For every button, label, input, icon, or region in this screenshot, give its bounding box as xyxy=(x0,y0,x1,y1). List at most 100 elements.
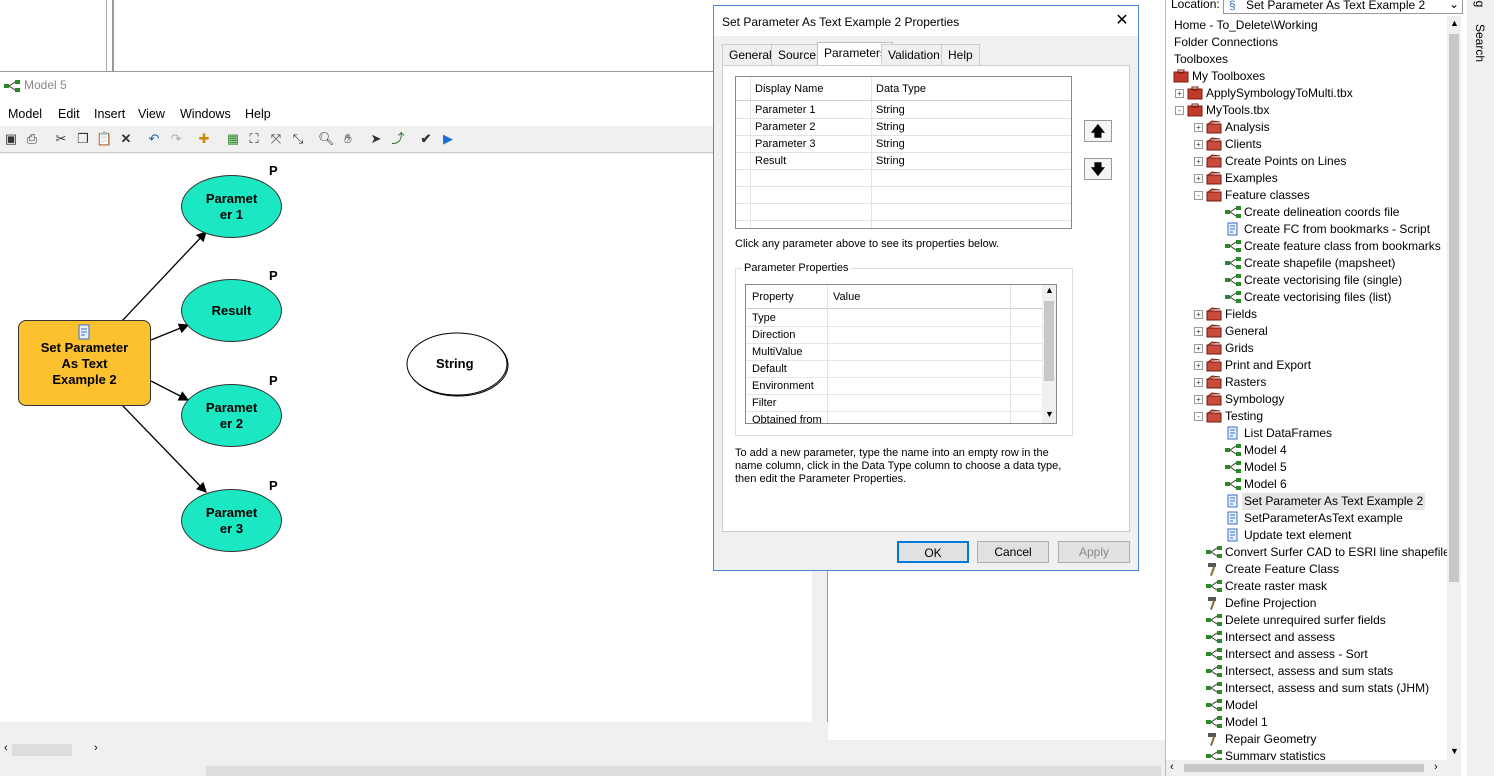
canvas-horizontal-scrollbar[interactable] xyxy=(0,722,828,740)
tree-item[interactable]: Model 4 xyxy=(1169,442,1447,459)
tree-item[interactable]: Repair Geometry xyxy=(1169,731,1447,748)
scroll-thumb[interactable] xyxy=(1184,764,1424,772)
expand-icon[interactable]: + xyxy=(1194,378,1203,387)
expand-icon[interactable]: + xyxy=(1194,174,1203,183)
tree-item[interactable]: Folder Connections xyxy=(1169,34,1447,51)
move-up-button[interactable]: 🡅 xyxy=(1084,120,1112,142)
tree-item[interactable]: My Toolboxes xyxy=(1169,68,1447,85)
model-canvas[interactable] xyxy=(0,154,812,722)
tree-item[interactable]: Intersect and assess - Sort xyxy=(1169,646,1447,663)
fixed-zoom-out-icon[interactable]: ⤡ xyxy=(290,131,306,147)
scroll-right-icon[interactable]: › xyxy=(1434,761,1438,773)
undo-icon[interactable]: ↶ xyxy=(146,131,162,147)
tree-item[interactable]: Intersect, assess and sum stats xyxy=(1169,663,1447,680)
tree-item[interactable]: Create delineation coords file xyxy=(1169,204,1447,221)
table-row-empty[interactable] xyxy=(736,170,1071,187)
expand-icon[interactable]: + xyxy=(1194,310,1203,319)
output-node-parameter-3[interactable]: Paramet er 3 xyxy=(181,489,282,552)
menu-help[interactable]: Help xyxy=(245,107,271,121)
full-extent-icon[interactable]: ⛶ xyxy=(246,131,262,147)
property-row[interactable]: MultiValue xyxy=(746,344,1042,361)
menu-edit[interactable]: Edit xyxy=(58,107,80,121)
tab-validation[interactable]: Validation xyxy=(881,44,947,65)
tree-item[interactable]: Delete unrequired surfer fields xyxy=(1169,612,1447,629)
tree-item[interactable]: Model 1 xyxy=(1169,714,1447,731)
table-row[interactable]: Parameter 1 String xyxy=(736,102,1071,119)
tree-item[interactable]: + Print and Export xyxy=(1169,357,1447,374)
chevron-down-icon[interactable]: ⌄ xyxy=(1449,0,1459,11)
tree-item[interactable]: + Rasters xyxy=(1169,374,1447,391)
auto-layout-icon[interactable]: ▦ xyxy=(225,131,241,147)
table-row-empty[interactable] xyxy=(736,204,1071,221)
paste-icon[interactable]: 📋 xyxy=(96,131,112,147)
connect-icon[interactable]: ⤴ xyxy=(390,131,406,147)
tree-item[interactable]: + ApplySymbologyToMulti.tbx xyxy=(1169,85,1447,102)
output-node-result[interactable]: Result xyxy=(181,279,282,342)
tree-item[interactable]: Set Parameter As Text Example 2 xyxy=(1169,493,1447,510)
table-row[interactable]: Result String xyxy=(736,153,1071,170)
tree-horizontal-scrollbar[interactable]: ‹ › xyxy=(1166,760,1461,776)
print-icon[interactable]: ⎙ xyxy=(24,131,40,147)
tree-item[interactable]: Create FC from bookmarks - Script xyxy=(1169,221,1447,238)
collapse-icon[interactable]: - xyxy=(1175,106,1184,115)
tree-item[interactable]: Create vectorising files (list) xyxy=(1169,289,1447,306)
expand-icon[interactable]: + xyxy=(1194,344,1203,353)
tree-item[interactable]: SetParameterAsText example xyxy=(1169,510,1447,527)
tree-item[interactable]: Update text element xyxy=(1169,527,1447,544)
location-input[interactable]: § Set Parameter As Text Example 2 ⌄ xyxy=(1223,0,1463,14)
tree-vertical-scrollbar[interactable]: ▲ ▼ xyxy=(1447,16,1461,760)
table-row[interactable]: Parameter 3 String xyxy=(736,136,1071,153)
table-row[interactable]: Parameter 2 String xyxy=(736,119,1071,136)
expand-icon[interactable]: + xyxy=(1175,89,1184,98)
property-row[interactable]: Environment xyxy=(746,378,1042,395)
expand-icon[interactable]: + xyxy=(1194,157,1203,166)
tree-item[interactable]: Home - To_Delete\Working xyxy=(1169,17,1447,34)
delete-icon[interactable]: ✕ xyxy=(118,131,134,147)
tree-item[interactable]: Create shapefile (mapsheet) xyxy=(1169,255,1447,272)
tab-source[interactable]: Source xyxy=(771,44,824,65)
tree-item[interactable]: Convert Surfer CAD to ESRI line shapefil… xyxy=(1169,544,1447,561)
validate-icon[interactable]: ✔ xyxy=(418,131,434,147)
add-data-icon[interactable]: ✚ xyxy=(196,131,212,147)
tree-item[interactable]: + Clients xyxy=(1169,136,1447,153)
tree-item[interactable]: Create vectorising file (single) xyxy=(1169,272,1447,289)
column-header-data-type[interactable]: Data Type xyxy=(876,83,926,95)
parameter-grid[interactable]: Display Name Data Type Parameter 1 String… xyxy=(735,76,1072,229)
close-icon[interactable]: ✕ xyxy=(1112,11,1132,31)
scroll-left-icon[interactable]: ‹ xyxy=(4,742,8,754)
tree-item[interactable]: + Analysis xyxy=(1169,119,1447,136)
collapse-icon[interactable]: - xyxy=(1194,412,1203,421)
select-icon[interactable]: ➤ xyxy=(368,131,384,147)
property-row[interactable]: Direction xyxy=(746,327,1042,344)
cancel-button[interactable]: Cancel xyxy=(977,541,1049,563)
scroll-left-icon[interactable]: ‹ xyxy=(1170,761,1174,773)
scroll-right-icon[interactable]: › xyxy=(94,742,98,754)
menu-model[interactable]: Model xyxy=(8,107,42,121)
output-node-parameter-2[interactable]: Paramet er 2 xyxy=(181,384,282,447)
expand-icon[interactable]: + xyxy=(1194,395,1203,404)
horizontal-scrollbar[interactable] xyxy=(206,766,1161,776)
copy-icon[interactable]: ❐ xyxy=(75,131,91,147)
collapse-icon[interactable]: - xyxy=(1194,191,1203,200)
tree-item[interactable]: Summary statistics xyxy=(1169,748,1447,760)
output-node-parameter-1[interactable]: Paramet er 1 xyxy=(181,175,282,238)
fixed-zoom-in-icon[interactable]: ⤧ xyxy=(268,131,284,147)
cut-icon[interactable]: ✂ xyxy=(53,131,69,147)
scroll-up-icon[interactable]: ▲ xyxy=(1450,18,1459,28)
pan-icon[interactable]: ✋︎ xyxy=(340,131,356,147)
tree-item[interactable]: List DataFrames xyxy=(1169,425,1447,442)
ok-button[interactable]: OK xyxy=(897,541,969,563)
tree-item[interactable]: Intersect and assess xyxy=(1169,629,1447,646)
tree-item[interactable]: Model xyxy=(1169,697,1447,714)
side-tab-catalog[interactable]: og xyxy=(1473,0,1487,7)
tree-item[interactable]: Model 6 xyxy=(1169,476,1447,493)
column-header-value[interactable]: Value xyxy=(833,291,860,303)
scroll-down-icon[interactable]: ▼ xyxy=(1450,746,1459,756)
side-tab-search[interactable]: Search xyxy=(1473,24,1487,62)
tree-item[interactable]: - Feature classes xyxy=(1169,187,1447,204)
menu-windows[interactable]: Windows xyxy=(180,107,231,121)
table-row-empty[interactable] xyxy=(736,187,1071,204)
run-icon[interactable]: ▶ xyxy=(440,131,456,147)
scroll-thumb[interactable] xyxy=(12,744,72,756)
property-row[interactable]: Filter xyxy=(746,395,1042,412)
